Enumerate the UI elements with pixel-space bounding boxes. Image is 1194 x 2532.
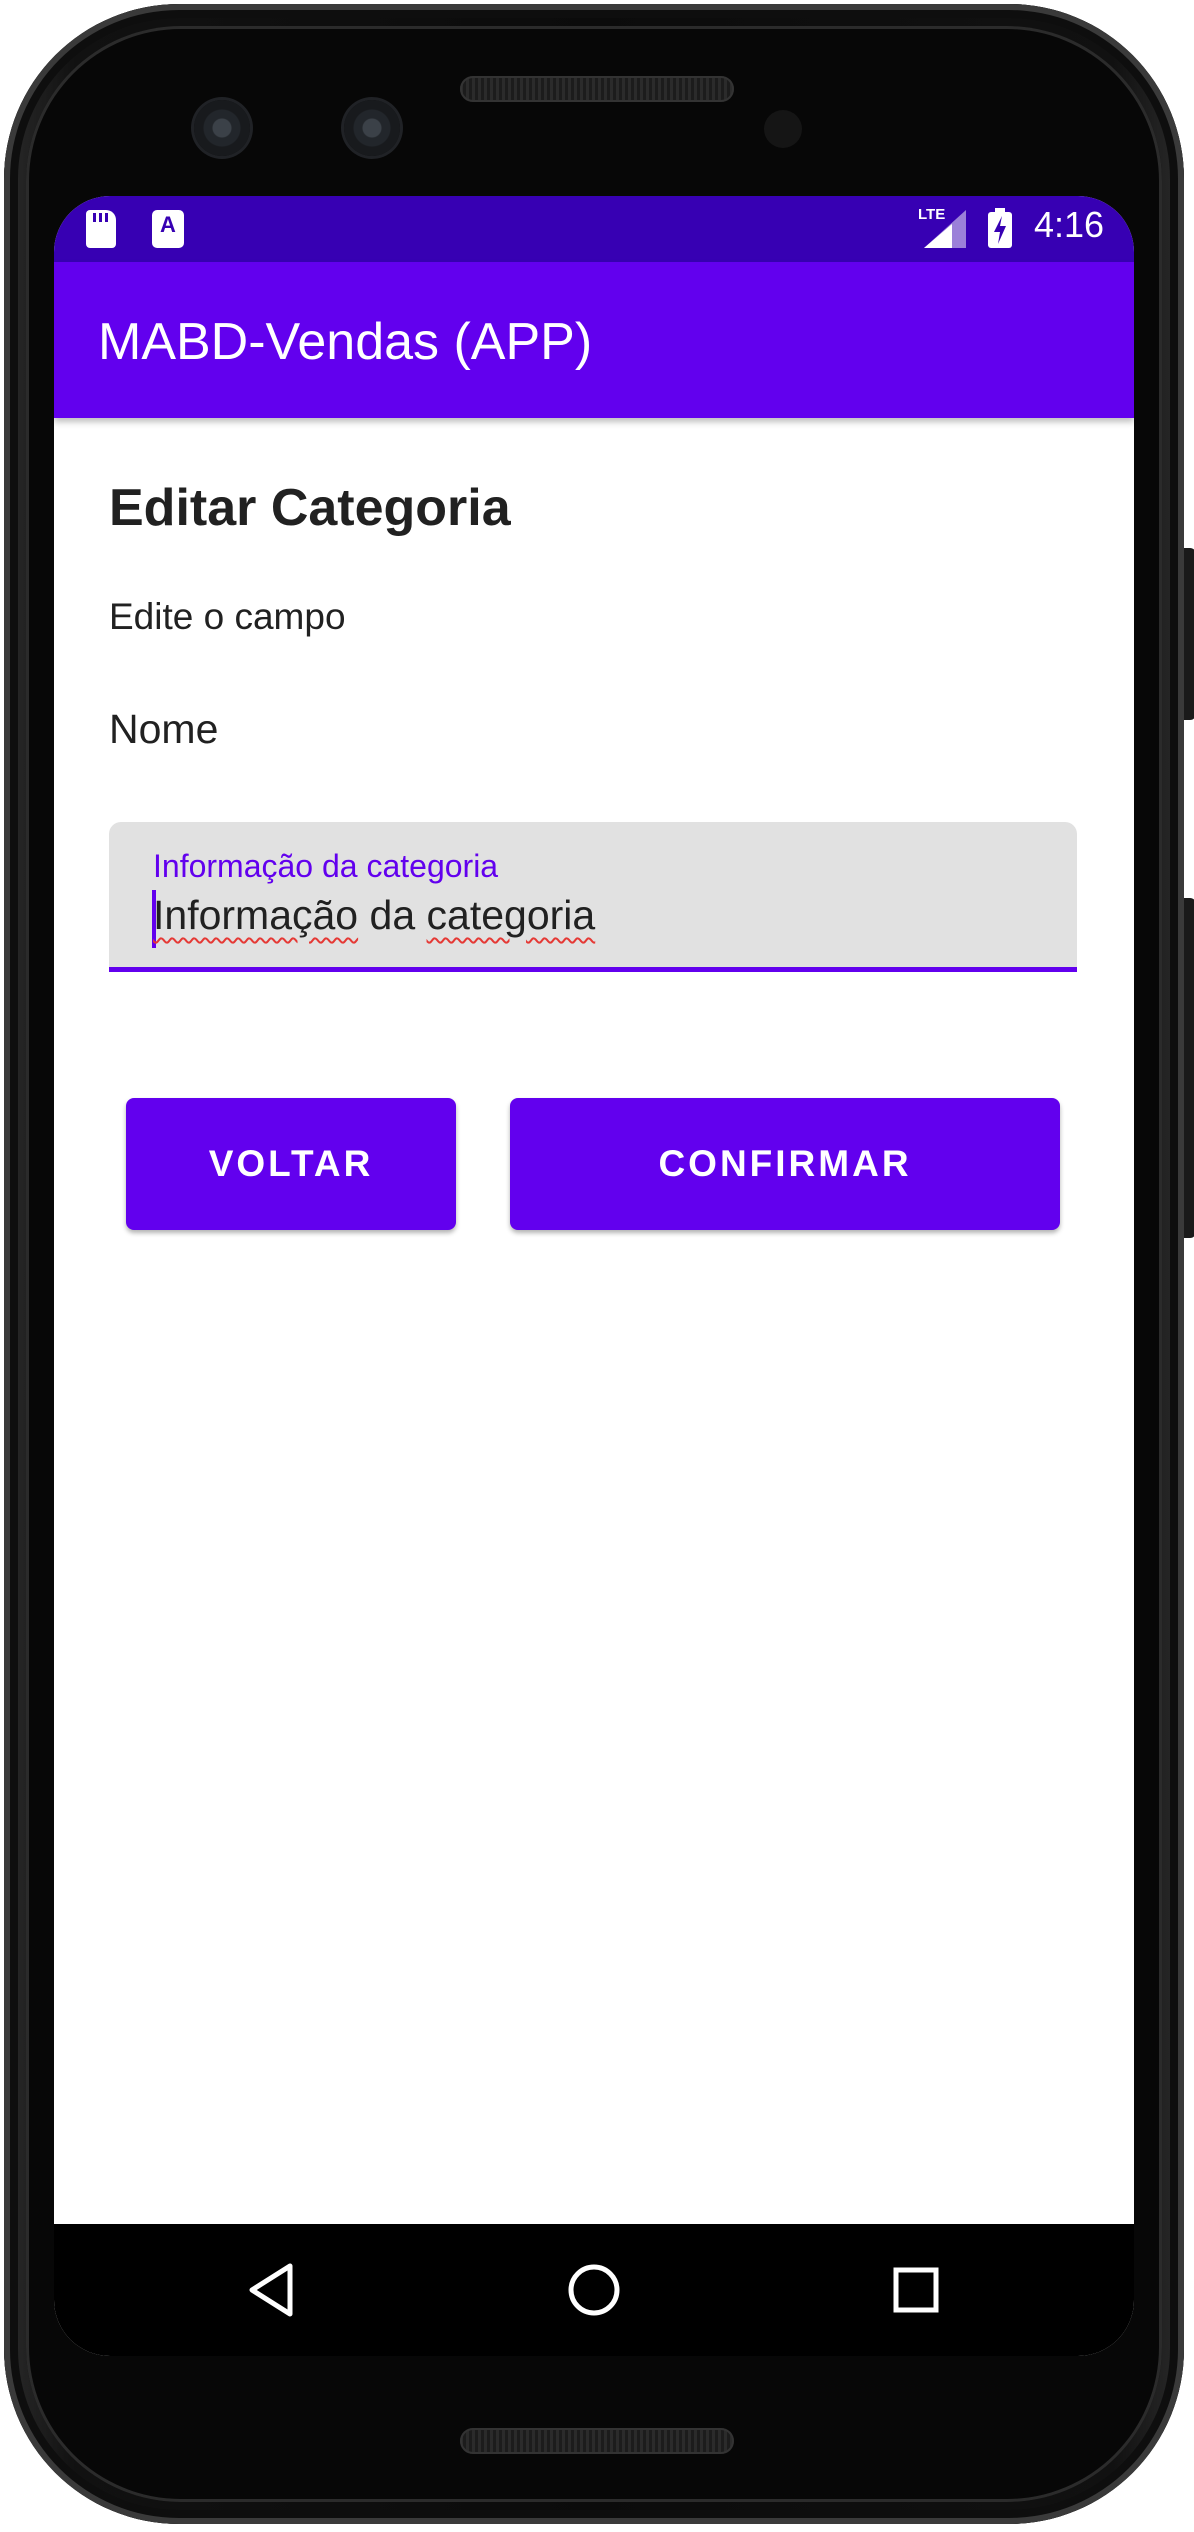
input-value[interactable]: Informação da categoria	[153, 892, 595, 939]
battery-charging-icon	[988, 208, 1012, 248]
input-word: Informação	[153, 892, 359, 938]
sd-card-icon	[86, 210, 116, 248]
front-camera-left	[194, 100, 250, 156]
confirm-button[interactable]: CONFIRMAR	[510, 1098, 1060, 1230]
bottom-speaker	[460, 2428, 734, 2454]
back-icon[interactable]	[240, 2258, 304, 2322]
screen: A LTE 4:16 MABD-Vendas (APP) Editar Cate…	[54, 196, 1134, 2356]
top-speaker	[460, 76, 734, 102]
power-button	[1184, 548, 1194, 720]
status-bar: A LTE 4:16	[54, 196, 1134, 262]
home-icon[interactable]	[562, 2258, 626, 2322]
form-instructions: Edite o campo	[109, 596, 346, 637]
lte-signal-icon: LTE	[918, 206, 968, 250]
recents-icon[interactable]	[884, 2258, 948, 2322]
front-camera-right	[344, 100, 400, 156]
device-screenshot: A LTE 4:16 MABD-Vendas (APP) Editar Cate…	[0, 0, 1194, 2532]
volume-button	[1184, 898, 1194, 1238]
input-word: da	[369, 892, 416, 938]
input-word: categoria	[426, 892, 596, 938]
back-button[interactable]: VOLTAR	[126, 1098, 456, 1230]
status-time: 4:16	[1034, 204, 1105, 245]
category-name-input[interactable]: Informação da categoria Informação da ca…	[109, 822, 1077, 972]
input-floating-label: Informação da categoria	[153, 848, 499, 884]
app-title: MABD-Vendas (APP)	[98, 313, 593, 371]
proximity-sensor	[764, 110, 802, 148]
a-keyboard-icon: A	[152, 210, 184, 248]
system-navigation-bar	[54, 2224, 1134, 2356]
name-field-label: Nome	[109, 706, 219, 752]
app-bar: MABD-Vendas (APP)	[54, 262, 1134, 418]
page-title: Editar Categoria	[109, 479, 511, 537]
